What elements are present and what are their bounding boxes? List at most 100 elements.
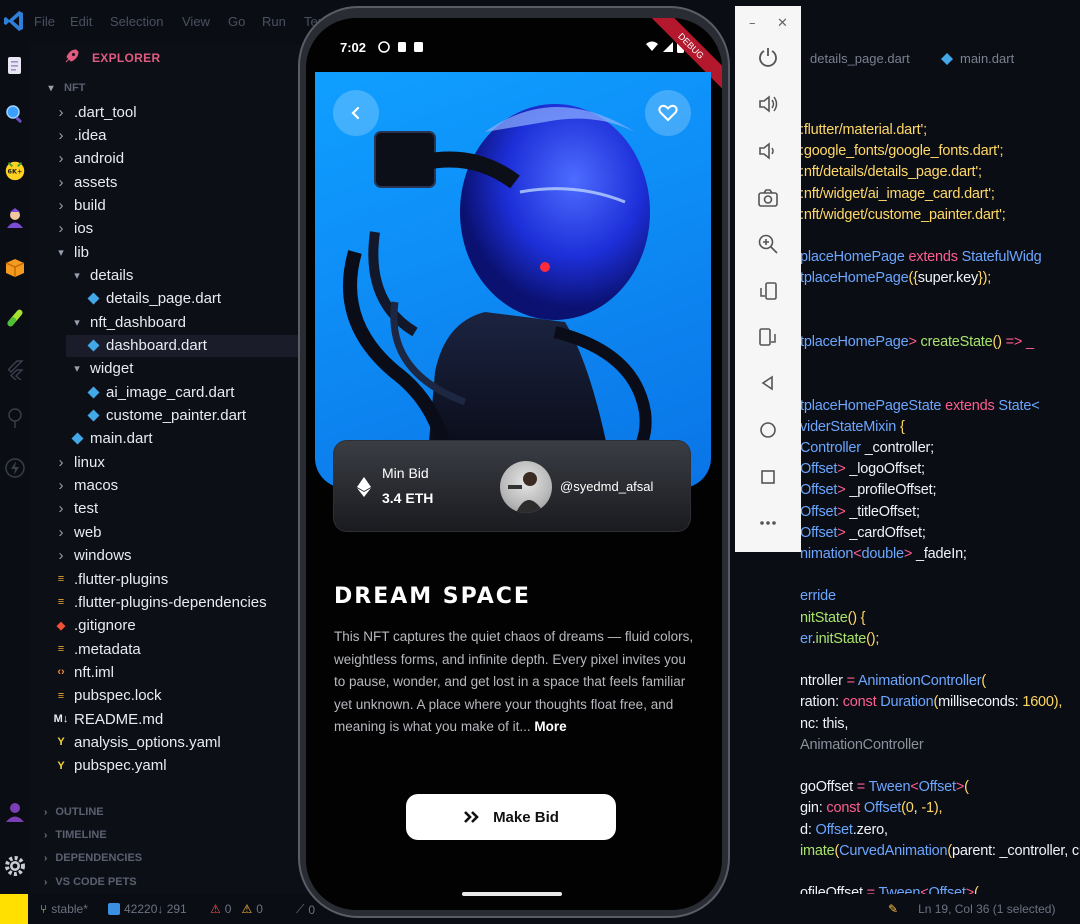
tree-item-android[interactable]: › android: [54, 148, 125, 170]
make-bid-button[interactable]: Make Bid: [406, 794, 616, 840]
tree-item-idea[interactable]: › .idea: [54, 124, 107, 146]
lightning-icon[interactable]: [3, 456, 27, 480]
volume-down-button[interactable]: [755, 138, 781, 164]
section-timeline[interactable]: › TIMELINE: [44, 825, 107, 845]
code-line[interactable]: nc: this,: [800, 716, 848, 737]
tree-item-web[interactable]: › web: [54, 521, 102, 543]
tree-item-custome-painter-dart[interactable]: custome_painter.dart: [86, 405, 246, 427]
menu-edit[interactable]: Edit: [70, 14, 92, 29]
code-line[interactable]: goOffset = Tween<Offset>(: [800, 779, 969, 800]
home-indicator[interactable]: [462, 892, 562, 896]
tree-item-main-dart[interactable]: main.dart: [70, 428, 153, 450]
menu-selection[interactable]: Selection: [110, 14, 163, 29]
menu-run[interactable]: Run: [262, 14, 286, 29]
tree-item-readme-md[interactable]: M↓ README.md: [54, 708, 164, 730]
branch-indicator[interactable]: ⑂ stable*: [40, 902, 88, 916]
flutter-icon[interactable]: [3, 358, 27, 382]
power-button[interactable]: [755, 44, 781, 70]
tree-icon[interactable]: [3, 406, 27, 430]
code-line[interactable]: d: Offset.zero,: [800, 822, 888, 843]
tab-main-dart[interactable]: main.dart: [940, 51, 1014, 66]
code-line[interactable]: :google_fonts/google_fonts.dart';: [800, 143, 1004, 164]
code-line[interactable]: :flutter/material.dart';: [800, 122, 927, 143]
menu-view[interactable]: View: [182, 14, 210, 29]
code-line[interactable]: er.initState();: [800, 631, 879, 652]
code-line[interactable]: Controller _controller;: [800, 440, 934, 461]
tree-item-nft-iml[interactable]: ‹› nft.iml: [54, 661, 114, 683]
sync-indicator[interactable]: 42220↓ 291: [108, 902, 187, 916]
home-nav-button[interactable]: [755, 417, 781, 443]
tree-item-widget[interactable]: ▾ widget: [70, 358, 133, 380]
tree-item-details-page-dart[interactable]: details_page.dart: [86, 288, 221, 310]
back-nav-button[interactable]: [755, 370, 781, 396]
code-line[interactable]: imate(CurvedAnimation(parent: _controlle…: [800, 843, 1080, 864]
code-line[interactable]: gin: const Offset(0, -1),: [800, 800, 943, 821]
tree-item-ai-image-card-dart[interactable]: ai_image_card.dart: [86, 381, 234, 403]
zoom-button[interactable]: [755, 231, 781, 257]
rotate-right-button[interactable]: [755, 324, 781, 350]
testing-flask-icon[interactable]: [3, 306, 27, 330]
overview-nav-button[interactable]: [755, 464, 781, 490]
extensions-box-icon[interactable]: [3, 256, 27, 280]
cursor-position[interactable]: ✎ Ln 19, Col 36 (1 selected): [888, 902, 1055, 916]
tree-item-build[interactable]: › build: [54, 194, 106, 216]
code-line[interactable]: erride: [800, 588, 836, 609]
screenshot-button[interactable]: [755, 185, 781, 211]
tree-item-macos[interactable]: › macos: [54, 475, 119, 497]
menu-file[interactable]: File: [34, 14, 55, 29]
tab-details-page[interactable]: details_page.dart: [810, 51, 910, 66]
remote-indicator[interactable]: [0, 894, 28, 924]
search-icon[interactable]: [3, 102, 27, 126]
source-control-badge-icon[interactable]: 6K+: [3, 158, 27, 182]
code-line[interactable]: nitState() {: [800, 610, 866, 631]
owner-handle[interactable]: @syedmd_afsal: [560, 479, 653, 494]
owner-avatar[interactable]: [500, 461, 552, 513]
code-line[interactable]: viderStateMixin {: [800, 419, 905, 440]
tree-item-metadata[interactable]: ≡ .metadata: [54, 638, 141, 660]
code-line[interactable]: :nft/widget/ai_image_card.dart';: [800, 186, 995, 207]
code-line[interactable]: tplaceHomePage({super.key});: [800, 270, 991, 291]
rotate-left-button[interactable]: [755, 278, 781, 304]
settings-gear-icon[interactable]: [3, 854, 27, 878]
section-dependencies[interactable]: › DEPENDENCIES: [44, 848, 142, 868]
section-vscode-pets[interactable]: › VS CODE PETS: [44, 872, 137, 892]
tree-item-flutter-plugins[interactable]: ≡ .flutter-plugins: [54, 568, 168, 590]
tree-item-ios[interactable]: › ios: [54, 218, 94, 240]
code-line[interactable]: :nft/details/details_page.dart';: [800, 164, 982, 185]
more-options-button[interactable]: [755, 510, 781, 536]
back-button[interactable]: [333, 90, 379, 136]
explorer-files-icon[interactable]: [3, 54, 27, 78]
tree-item-pubspec-yaml[interactable]: Ypubspec.yaml: [54, 755, 166, 777]
tree-item-flutter-plugins-dependencies[interactable]: ≡ .flutter-plugins-dependencies: [54, 591, 267, 613]
code-line[interactable]: Offset> _logoOffset;: [800, 461, 925, 482]
account-icon[interactable]: [3, 800, 27, 824]
volume-up-button[interactable]: [755, 91, 781, 117]
code-line[interactable]: tplaceHomePageState extends State<: [800, 398, 1040, 419]
tree-item-linux[interactable]: › linux: [54, 451, 105, 473]
ports-indicator[interactable]: ⟋ 0: [296, 902, 315, 917]
code-line[interactable]: Offset> _titleOffset;: [800, 504, 920, 525]
tree-item-analysis-options-yaml[interactable]: Yanalysis_options.yaml: [54, 731, 220, 753]
tree-item-dart-tool[interactable]: › .dart_tool: [54, 101, 137, 123]
tree-item-gitignore[interactable]: ◆ .gitignore: [54, 615, 136, 637]
code-line[interactable]: ration: const Duration(milliseconds: 160…: [800, 694, 1062, 715]
tree-item-details[interactable]: ▾ details: [70, 264, 133, 286]
code-line[interactable]: Offset> _cardOffset;: [800, 525, 926, 546]
close-icon[interactable]: ✕: [777, 16, 788, 31]
tree-item-assets[interactable]: › assets: [54, 171, 118, 193]
code-line[interactable]: AnimationController: [800, 737, 924, 758]
phone-screen[interactable]: 7:02 DEBUG Min Bid 3.4 ETH @syedmd_afsal…: [306, 18, 722, 910]
explorer-root-nft[interactable]: ▾ NFT: [44, 77, 85, 99]
menu-go[interactable]: Go: [228, 14, 245, 29]
code-line[interactable]: Offset> _profileOffset;: [800, 482, 937, 503]
minimize-icon[interactable]: –: [749, 16, 756, 31]
tree-item-windows[interactable]: › windows: [54, 545, 132, 567]
tree-item-dashboard-dart[interactable]: dashboard.dart: [66, 334, 298, 357]
favorite-button[interactable]: [645, 90, 691, 136]
code-line[interactable]: nimation<double> _fadeIn;: [800, 546, 967, 567]
code-line[interactable]: tplaceHomePage> createState() => _: [800, 334, 1034, 355]
section-outline[interactable]: › OUTLINE: [44, 802, 104, 822]
tree-item-nft-dashboard[interactable]: ▾ nft_dashboard: [70, 311, 186, 333]
code-line[interactable]: placeHomePage extends StatefulWidg: [800, 249, 1042, 270]
code-line[interactable]: ofileOffset = Tween<Offset>(: [800, 885, 979, 894]
